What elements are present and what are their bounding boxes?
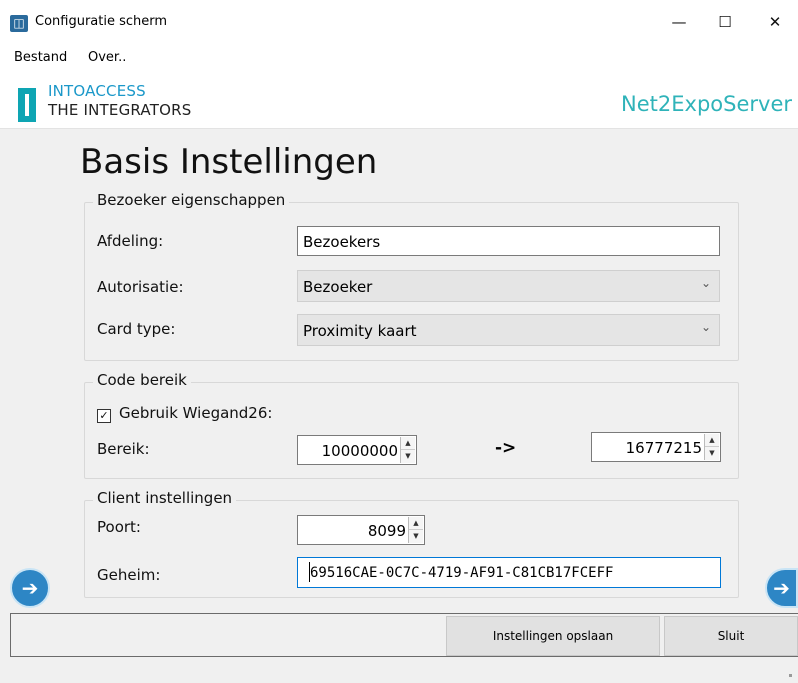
- client-group-legend: Client instellingen: [93, 489, 237, 507]
- code-range-legend: Code bereik: [93, 371, 191, 389]
- chevron-down-icon: ⌄: [700, 276, 711, 290]
- range-to-spinner: ▲ ▼: [704, 434, 719, 460]
- spin-down-icon[interactable]: ▼: [401, 450, 415, 462]
- authorization-select-value: Bezoeker: [303, 278, 373, 296]
- cardtype-label: Card type:: [97, 320, 176, 338]
- spin-up-icon[interactable]: ▲: [409, 517, 423, 530]
- cardtype-select[interactable]: Proximity kaart ⌄: [297, 314, 720, 346]
- authorization-select[interactable]: Bezoeker ⌄: [297, 270, 720, 302]
- arrow-left-icon[interactable]: ➔: [10, 568, 50, 608]
- maximize-button[interactable]: ☐: [702, 6, 748, 38]
- text-cursor: [309, 562, 310, 582]
- arrow-right-icon[interactable]: ➔: [765, 568, 798, 608]
- building-icon: ◫: [10, 15, 28, 32]
- range-to-stepper[interactable]: 16777215 ▲ ▼: [591, 432, 721, 462]
- spin-up-icon[interactable]: ▲: [401, 437, 415, 450]
- product-name: Net2ExpoServer: [621, 92, 792, 116]
- brand-tagline: THE INTEGRATORS: [48, 101, 192, 119]
- secret-label: Geheim:: [97, 566, 161, 584]
- spin-up-icon[interactable]: ▲: [705, 434, 719, 447]
- range-from-value: 10000000: [321, 442, 398, 460]
- spin-down-icon[interactable]: ▼: [409, 530, 423, 542]
- authorization-label: Autorisatie:: [97, 278, 184, 296]
- department-label: Afdeling:: [97, 232, 164, 250]
- department-input[interactable]: Bezoekers: [297, 226, 720, 256]
- save-settings-button[interactable]: Instellingen opslaan: [446, 616, 660, 656]
- range-from-stepper[interactable]: 10000000 ▲ ▼: [297, 435, 417, 465]
- close-window-button[interactable]: ✕: [752, 6, 798, 38]
- range-to-value: 16777215: [625, 439, 702, 457]
- secret-input[interactable]: 69516CAE-0C7C-4719-AF91-C81CB17FCEFF: [297, 557, 721, 588]
- port-value: 8099: [367, 522, 406, 540]
- cardtype-select-value: Proximity kaart: [303, 322, 417, 340]
- menu-bestand[interactable]: Bestand: [14, 50, 67, 65]
- menu-over[interactable]: Over..: [88, 50, 126, 65]
- menu-bar: Bestand Over..: [0, 46, 798, 70]
- status-strip: [10, 657, 798, 683]
- port-spinner: ▲ ▼: [408, 517, 423, 543]
- port-label: Poort:: [97, 518, 141, 536]
- page-title: Basis Instellingen: [80, 142, 378, 182]
- window-title: Configuratie scherm: [35, 14, 168, 29]
- range-from-spinner: ▲ ▼: [400, 437, 415, 463]
- port-stepper[interactable]: 8099 ▲ ▼: [297, 515, 425, 545]
- wiegand-label: Gebruik Wiegand26:: [119, 404, 273, 422]
- visitor-group-legend: Bezoeker eigenschappen: [93, 191, 290, 209]
- wiegand-checkbox[interactable]: ✓: [97, 409, 111, 423]
- brand-name: INTOACCESS: [48, 82, 146, 100]
- title-bar: ◫ Configuratie scherm — ☐ ✕: [0, 0, 798, 46]
- range-arrow: ->: [495, 438, 517, 458]
- wiegand-checkbox-row[interactable]: ✓ Gebruik Wiegand26:: [97, 404, 272, 423]
- minimize-button[interactable]: —: [656, 6, 702, 38]
- resize-grip-icon[interactable]: [789, 674, 792, 677]
- chevron-down-icon: ⌄: [700, 320, 711, 334]
- spin-down-icon[interactable]: ▼: [705, 447, 719, 459]
- intoaccess-logo-icon: [18, 88, 36, 122]
- close-button[interactable]: Sluit: [664, 616, 798, 656]
- range-label: Bereik:: [97, 440, 150, 458]
